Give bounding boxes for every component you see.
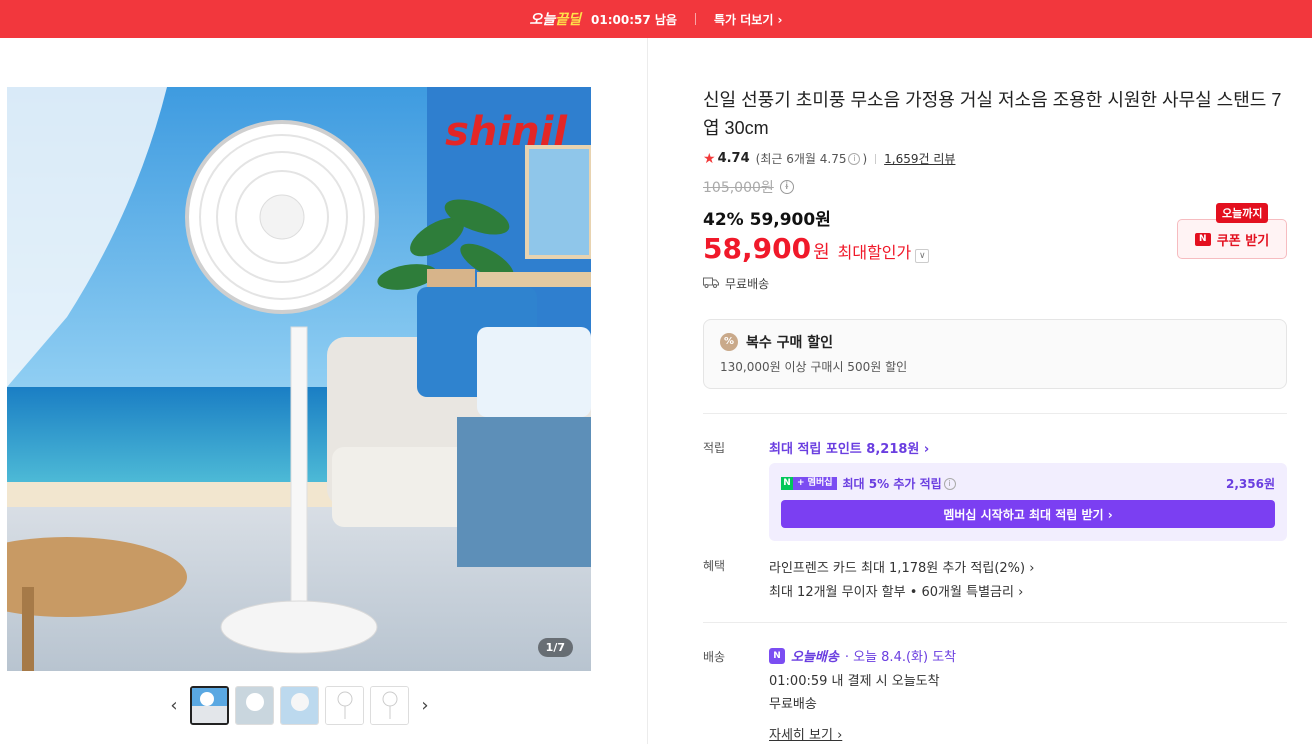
reviews-link[interactable]: 1,659건 리뷰 — [884, 150, 955, 167]
coupon-label: 쿠폰 받기 — [1216, 233, 1270, 249]
truck-icon — [703, 276, 719, 291]
naver-delivery-icon: N — [769, 647, 785, 664]
delivery-cutoff: 01:00:59 내 결제 시 오늘도착 — [769, 674, 940, 689]
multi-discount-title: 복수 구매 할인 — [746, 335, 834, 351]
recent-rating-end: ) — [862, 151, 868, 166]
membership-badge: N + 멤버십 — [781, 477, 837, 490]
start-membership-button[interactable]: 멤버십 시작하고 최대 적립 받기 › — [781, 500, 1275, 528]
thumbnail-2[interactable] — [235, 686, 274, 725]
prev-image-arrow[interactable]: ‹ — [164, 695, 184, 716]
product-main-image[interactable]: shinil 1/7 — [7, 87, 591, 671]
shipping-row: 무료배송 — [703, 275, 1287, 292]
divider — [703, 413, 1287, 414]
product-info: 신일 선풍기 초미풍 무소음 가정용 거실 저소음 조용한 시원한 사무실 스탠… — [703, 86, 1287, 292]
get-coupon-button[interactable]: N 쿠폰 받기 — [1177, 219, 1287, 259]
thumbnail-5[interactable] — [370, 686, 409, 725]
thumbnail-1[interactable] — [190, 686, 229, 725]
membership-amount: 2,356원 — [1226, 477, 1275, 491]
today-delivery-row: N 오늘배송 · 오늘 8.4.(화) 도착 — [769, 646, 956, 665]
delivery-eta: · 오늘 8.4.(화) 도착 — [844, 650, 957, 665]
delivery-label: 배송 — [703, 650, 726, 664]
rating-score: 4.74 — [717, 151, 750, 166]
free-shipping-text: 무료배송 — [725, 277, 770, 291]
divider — [875, 153, 877, 164]
final-price-unit: 원 — [813, 242, 830, 263]
today-delivery-name: 오늘배송 — [791, 650, 839, 665]
delivery-fee: 무료배송 — [769, 697, 817, 712]
divider — [703, 622, 1287, 623]
deal-timer: 01:00:57 남음 — [591, 12, 677, 27]
recent-rating: (최근 6개월 4.75 — [755, 152, 847, 166]
percent-icon: % — [720, 333, 738, 351]
naver-badge-icon: N — [1194, 232, 1211, 246]
thumbnail-4[interactable] — [325, 686, 364, 725]
brand-logo-text: shinil — [445, 109, 568, 155]
membership-box: N + 멤버십 최대 5% 추가 적립 i 2,356원 멤버십 시작하고 최대 … — [769, 463, 1287, 541]
thumbnail-strip: ‹ › — [164, 686, 435, 725]
info-icon[interactable]: i — [943, 477, 956, 490]
card-benefit-link[interactable]: 라인프렌즈 카드 최대 1,178원 추가 적립(2%) › — [769, 557, 1034, 576]
image-counter: 1/7 — [537, 638, 573, 657]
price-info-icon[interactable]: i — [779, 180, 794, 194]
points-label: 적립 — [703, 441, 726, 455]
final-price: 58,900 — [703, 232, 812, 265]
original-price-row: 105,000원 i — [703, 177, 1287, 197]
product-title: 신일 선풍기 초미풍 무소음 가정용 거실 저소음 조용한 시원한 사무실 스탠… — [703, 90, 1282, 138]
today-only-tag: 오늘까지 — [1216, 203, 1269, 223]
rating-row: ★ 4.74 (최근 6개월 4.75 i ) 1,659건 리뷰 — [703, 150, 1287, 167]
info-icon[interactable]: i — [848, 152, 861, 165]
more-deals-link[interactable]: 특가 더보기 › — [714, 11, 783, 28]
delivery-details-link[interactable]: 자세히 보기 › — [769, 724, 842, 743]
deal-banner[interactable]: 오늘끝딜 01:00:57 남음 특가 더보기 › — [0, 0, 1312, 38]
star-icon: ★ — [703, 150, 716, 167]
multi-discount-desc: 130,000원 이상 구매시 500원 할인 — [720, 360, 908, 374]
max-points-link[interactable]: 최대 적립 포인트 8,218원 › — [769, 438, 929, 457]
membership-extra-points: 최대 5% 추가 적립 — [842, 477, 942, 491]
divider — [694, 13, 696, 25]
installment-benefit-link[interactable]: 최대 12개월 무이자 할부 • 60개월 특별금리 › — [769, 581, 1023, 600]
multi-purchase-discount: % 복수 구매 할인 130,000원 이상 구매시 500원 할인 — [703, 319, 1287, 389]
next-image-arrow[interactable]: › — [415, 695, 435, 716]
original-price: 105,000원 — [703, 180, 774, 196]
column-divider — [647, 38, 648, 744]
thumbnail-3[interactable] — [280, 686, 319, 725]
deal-brand-logo: 오늘끝딜 — [529, 12, 582, 28]
chevron-down-icon[interactable]: ∨ — [915, 249, 930, 263]
benefit-label: 혜택 — [703, 559, 726, 573]
max-discount-label: 최대할인가 — [837, 243, 912, 262]
